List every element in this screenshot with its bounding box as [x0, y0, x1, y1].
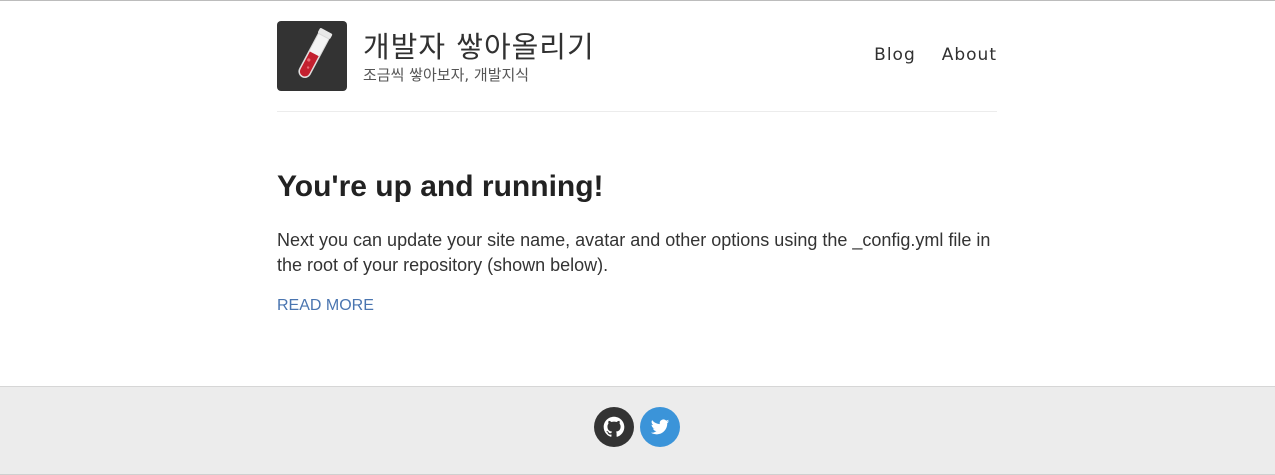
site-avatar[interactable] [277, 21, 347, 91]
twitter-icon [650, 419, 670, 435]
main-nav: Blog About [874, 45, 997, 65]
twitter-link[interactable] [640, 407, 680, 447]
github-link[interactable] [594, 407, 634, 447]
site-header: 개발자 쌓아올리기 조금씩 쌓아보자, 개발지식 Blog About [277, 21, 997, 112]
nav-blog-link[interactable]: Blog [874, 45, 916, 65]
github-icon [603, 416, 625, 437]
post-excerpt: Next you can update your site name, avat… [277, 230, 991, 275]
site-title[interactable]: 개발자 쌓아올리기 [363, 24, 595, 66]
site-description: 조금씩 쌓아보자, 개발지식 [363, 66, 530, 84]
social-links [594, 407, 680, 447]
read-more-link[interactable]: READ MORE [277, 297, 374, 315]
nav-about-link[interactable]: About [942, 45, 997, 65]
top-border [0, 0, 1275, 1]
post-title[interactable]: You're up and running! [277, 168, 997, 206]
post-preview: You're up and running! Next you can upda… [277, 168, 997, 315]
test-tube-icon [298, 28, 333, 78]
site-footer [0, 386, 1275, 475]
